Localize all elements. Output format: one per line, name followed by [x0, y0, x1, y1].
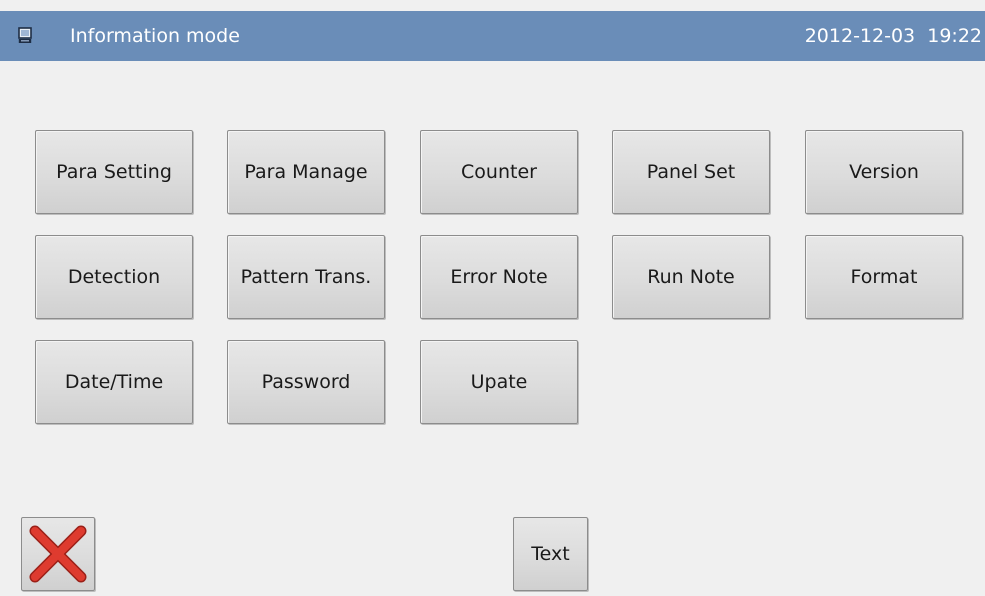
version-button[interactable]: Version [805, 130, 963, 214]
information-mode-screen: Information mode 2012-12-03 19:22 Para S… [0, 0, 985, 596]
panel-set-button[interactable]: Panel Set [612, 130, 770, 214]
time-display: 19:22 [927, 25, 982, 47]
monitor-icon [18, 27, 32, 43]
window-title: Information mode [70, 25, 240, 47]
close-button[interactable] [21, 517, 95, 591]
update-button[interactable]: Upate [420, 340, 578, 424]
date-time-display: 2012-12-03 19:22 [805, 11, 982, 61]
text-button[interactable]: Text [513, 517, 588, 591]
counter-button[interactable]: Counter [420, 130, 578, 214]
title-bar: Information mode 2012-12-03 19:22 [0, 11, 985, 61]
para-setting-button[interactable]: Para Setting [35, 130, 193, 214]
date-time-button[interactable]: Date/Time [35, 340, 193, 424]
date-display: 2012-12-03 [804, 25, 916, 47]
pattern-trans-button[interactable]: Pattern Trans. [227, 235, 385, 319]
password-button[interactable]: Password [227, 340, 385, 424]
run-note-button[interactable]: Run Note [612, 235, 770, 319]
para-manage-button[interactable]: Para Manage [227, 130, 385, 214]
error-note-button[interactable]: Error Note [420, 235, 578, 319]
detection-button[interactable]: Detection [35, 235, 193, 319]
close-icon [29, 525, 87, 583]
format-button[interactable]: Format [805, 235, 963, 319]
